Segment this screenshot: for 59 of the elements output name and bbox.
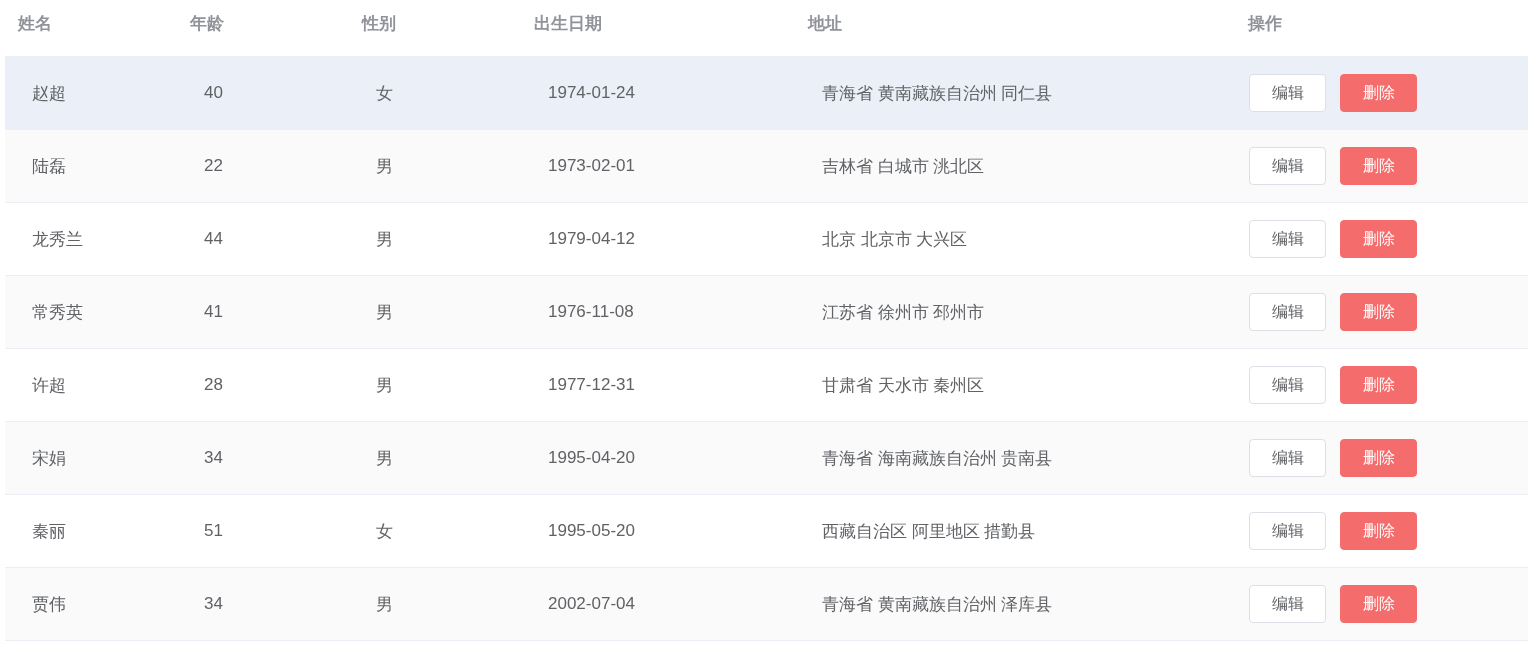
- column-header: 年龄: [190, 13, 224, 33]
- table-cell: 常秀英: [32, 302, 83, 322]
- table-cell: 男: [376, 302, 393, 322]
- table-cell: 51: [204, 521, 223, 540]
- table-cell: 北京 北京市 大兴区: [822, 229, 968, 249]
- table-cell: 女: [376, 83, 393, 103]
- table-cell: 青海省 黄南藏族自治州 同仁县: [822, 83, 1053, 103]
- table-cell: 34: [204, 448, 223, 467]
- table-row[interactable]: 宋娟 34 男 1995-04-20 青海省 海南藏族自治州 贵南县 编辑 删除: [5, 422, 1528, 495]
- table-cell: 青海省 黄南藏族自治州 泽库县: [822, 594, 1053, 614]
- table-cell: 西藏自治区 阿里地区 措勤县: [822, 521, 1036, 541]
- table-cell: 许超: [32, 375, 66, 395]
- edit-button[interactable]: 编辑: [1249, 439, 1326, 477]
- table-row[interactable]: 赵超 40 女 1974-01-24 青海省 黄南藏族自治州 同仁县 编辑 删除: [5, 57, 1528, 130]
- table-cell: 1974-01-24: [548, 83, 635, 102]
- edit-button[interactable]: 编辑: [1249, 147, 1326, 185]
- table-cell: 1995-05-20: [548, 521, 635, 540]
- table-cell: 1977-12-31: [548, 375, 635, 394]
- table-cell: 秦丽: [32, 521, 66, 541]
- column-header: 出生日期: [534, 13, 602, 33]
- table-cell: 龙秀兰: [32, 229, 83, 249]
- table-cell: 1995-04-20: [548, 448, 635, 467]
- table-cell: 1976-11-08: [548, 302, 634, 321]
- edit-button[interactable]: 编辑: [1249, 220, 1326, 258]
- table-cell: 吉林省 白城市 洮北区: [822, 156, 985, 176]
- table-cell: 男: [376, 594, 393, 614]
- table-cell: 2002-07-04: [548, 594, 635, 613]
- edit-button[interactable]: 编辑: [1249, 512, 1326, 550]
- table-row[interactable]: 贾伟 34 男 2002-07-04 青海省 黄南藏族自治州 泽库县 编辑 删除: [5, 568, 1528, 641]
- edit-button[interactable]: 编辑: [1249, 74, 1326, 112]
- table-cell: 34: [204, 594, 223, 613]
- table-cell: 青海省 海南藏族自治州 贵南县: [822, 448, 1053, 468]
- table-cell: 44: [204, 229, 223, 248]
- table-cell: 贾伟: [32, 594, 66, 614]
- table-row[interactable]: 常秀英 41 男 1976-11-08 江苏省 徐州市 邳州市 编辑 删除: [5, 276, 1528, 349]
- table-cell: 22: [204, 156, 223, 175]
- table-cell: 41: [204, 302, 223, 321]
- table-cell: 1979-04-12: [548, 229, 635, 248]
- table-cell: 赵超: [32, 83, 66, 103]
- table-cell: 宋娟: [32, 448, 66, 468]
- edit-button[interactable]: 编辑: [1249, 585, 1326, 623]
- table-cell: 男: [376, 448, 393, 468]
- table-cell: 女: [376, 521, 393, 541]
- table-cell: 男: [376, 375, 393, 395]
- table-cell: 1973-02-01: [548, 156, 635, 175]
- edit-button[interactable]: 编辑: [1249, 366, 1326, 404]
- table-cell: 陆磊: [32, 156, 66, 176]
- column-header: 姓名: [18, 13, 52, 33]
- column-header: 地址: [808, 13, 842, 33]
- table-cell: 甘肃省 天水市 秦州区: [822, 375, 985, 395]
- table-cell: 男: [376, 156, 393, 176]
- table-row[interactable]: 陆磊 22 男 1973-02-01 吉林省 白城市 洮北区 编辑 删除: [5, 130, 1528, 203]
- column-header: 操作: [1248, 13, 1282, 33]
- edit-button[interactable]: 编辑: [1249, 293, 1326, 331]
- column-header: 性别: [362, 13, 396, 33]
- table-cell: 男: [376, 229, 393, 249]
- table-cell: 40: [204, 83, 223, 102]
- table-cell: 江苏省 徐州市 邳州市: [822, 302, 985, 322]
- table-cell: 28: [204, 375, 223, 394]
